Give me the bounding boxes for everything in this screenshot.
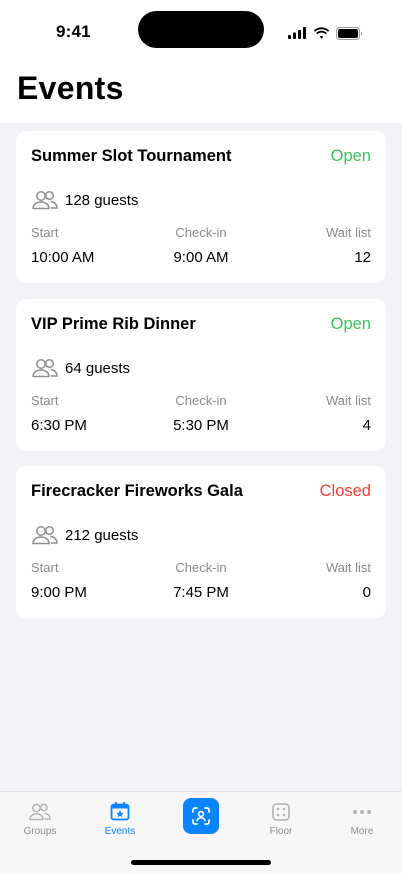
checkin-label: Check-in — [175, 560, 227, 575]
people-icon — [29, 803, 51, 821]
event-name: VIP Prime Rib Dinner — [31, 315, 196, 333]
start-time: 10:00 AM — [31, 249, 95, 266]
wifi-icon — [313, 27, 330, 39]
start-label: Start — [31, 393, 59, 408]
dice-icon — [272, 803, 290, 821]
start-time: 9:00 PM — [31, 584, 87, 601]
waitlist-label: Wait list — [325, 393, 371, 408]
dynamic-island — [138, 11, 264, 48]
people-icon — [32, 190, 58, 210]
event-status-badge: Open — [330, 315, 371, 333]
guests-row: 64 guests — [31, 357, 130, 379]
ellipsis-icon — [353, 810, 371, 814]
event-card[interactable]: Firecracker Fireworks Gala Closed 212 gu… — [16, 466, 386, 618]
cellular-signal-icon — [288, 27, 306, 39]
waitlist-label: Wait list — [325, 560, 371, 575]
guests-count: 212 guests — [65, 526, 139, 544]
waitlist-count: 12 — [354, 249, 371, 266]
guests-row: 128 guests — [31, 189, 138, 211]
status-time: 9:41 — [56, 22, 91, 41]
start-time: 6:30 PM — [31, 417, 87, 434]
start-label: Start — [31, 560, 59, 575]
tab-label: Floor — [269, 826, 293, 837]
waitlist-count: 0 — [362, 584, 371, 601]
status-bar: 9:41 — [0, 0, 402, 60]
guests-count: 64 guests — [65, 359, 131, 377]
checkin-time: 7:45 PM — [173, 584, 229, 601]
event-status-badge: Closed — [319, 482, 371, 500]
checkin-time: 5:30 PM — [173, 417, 229, 434]
people-icon — [32, 525, 58, 545]
guests-count: 128 guests — [65, 191, 139, 209]
waitlist-count: 4 — [362, 417, 371, 434]
tab-label: Events — [104, 826, 136, 837]
event-card[interactable]: Summer Slot Tournament Open 128 guests S… — [16, 131, 386, 283]
tab-label: More — [350, 826, 374, 837]
face-scan-icon — [192, 807, 210, 825]
calendar-star-icon — [110, 801, 130, 821]
tab-more[interactable]: More — [322, 792, 402, 848]
checkin-time: 9:00 AM — [173, 249, 229, 266]
tab-events[interactable]: Events — [80, 792, 160, 848]
guests-row: 212 guests — [31, 524, 138, 546]
tab-floor[interactable]: Floor — [241, 792, 321, 848]
page-title: Events — [17, 70, 124, 106]
header-area: 9:41 Events — [0, 0, 402, 123]
home-indicator — [131, 860, 271, 865]
checkin-label: Check-in — [175, 393, 227, 408]
event-status-badge: Open — [330, 147, 371, 165]
people-icon — [32, 358, 58, 378]
event-card[interactable]: VIP Prime Rib Dinner Open 64 guests Star… — [16, 299, 386, 451]
tab-groups[interactable]: Groups — [0, 792, 80, 848]
battery-icon — [336, 26, 363, 40]
tab-label: Groups — [23, 826, 57, 837]
event-name: Summer Slot Tournament — [31, 147, 232, 165]
face-scan-button[interactable] — [183, 798, 219, 834]
start-label: Start — [31, 225, 59, 240]
checkin-label: Check-in — [175, 225, 227, 240]
waitlist-label: Wait list — [325, 225, 371, 240]
event-name: Firecracker Fireworks Gala — [31, 482, 243, 500]
status-icons — [288, 26, 363, 40]
